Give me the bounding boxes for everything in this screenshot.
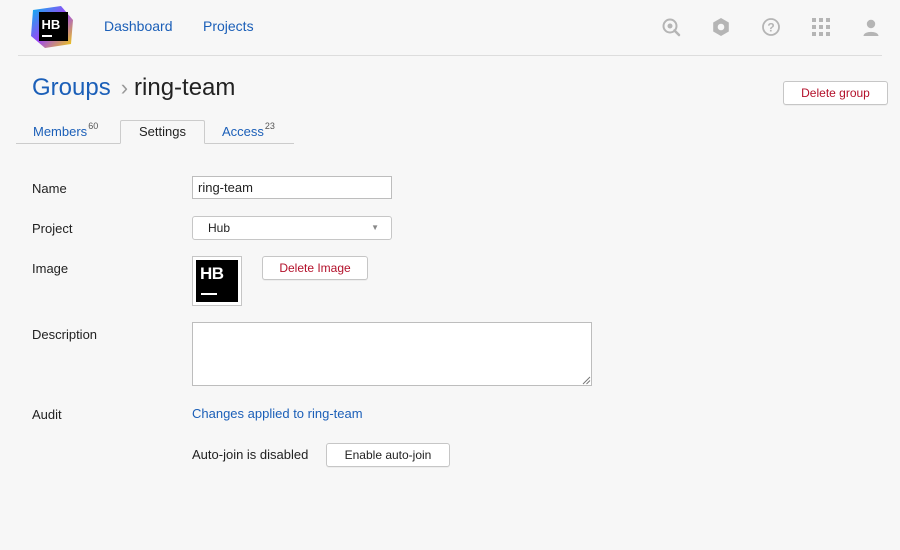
tab-access-count: 23 [264, 121, 275, 131]
tab-access-label: Access [222, 124, 264, 139]
group-image-text: HB [200, 264, 224, 283]
group-image-bar [201, 293, 217, 295]
breadcrumb: Groups › ring-team [32, 74, 235, 104]
resize-handle-icon[interactable] [582, 376, 591, 385]
hub-logo[interactable]: HB [31, 6, 73, 48]
search-icon[interactable] [660, 16, 682, 38]
svg-text:HB: HB [42, 17, 61, 32]
audit-changes-link[interactable]: Changes applied to ring-team [192, 406, 363, 421]
top-header: HB Dashboard Projects ? [0, 0, 900, 56]
delete-image-button[interactable]: Delete Image [262, 256, 368, 280]
page-title: ring-team [134, 74, 236, 101]
help-icon[interactable]: ? [760, 16, 782, 38]
project-select-value: Hub [208, 221, 231, 235]
autojoin-status: Auto-join is disabled [192, 447, 309, 462]
group-image: HB [192, 256, 242, 306]
header-divider [18, 55, 882, 56]
tab-members[interactable]: Members60 [33, 121, 99, 146]
apps-grid-icon[interactable] [810, 16, 832, 38]
image-label: Image [32, 261, 69, 276]
user-icon[interactable] [860, 16, 882, 38]
chevron-down-icon: ▼ [371, 223, 379, 232]
tab-access[interactable]: Access23 [222, 121, 275, 146]
description-textarea[interactable] [192, 322, 592, 386]
tab-members-label: Members [33, 124, 88, 139]
tab-members-count: 60 [88, 121, 99, 131]
breadcrumb-groups-link[interactable]: Groups [32, 74, 111, 102]
project-label: Project [32, 221, 73, 236]
name-field[interactable]: ring-team [192, 176, 392, 199]
breadcrumb-separator: › [120, 75, 129, 100]
nav-dashboard[interactable]: Dashboard [104, 18, 173, 34]
nav-projects[interactable]: Projects [203, 18, 254, 34]
audit-label: Audit [32, 407, 62, 422]
tab-settings[interactable]: Settings [120, 120, 205, 144]
svg-text:?: ? [767, 21, 774, 35]
delete-group-button[interactable]: Delete group [783, 81, 888, 105]
group-image-thumb: HB [196, 260, 238, 302]
name-label: Name [32, 181, 67, 196]
tab-settings-label: Settings [139, 124, 186, 139]
enable-autojoin-button[interactable]: Enable auto-join [326, 443, 450, 467]
description-label: Description [32, 327, 98, 342]
settings-icon[interactable] [710, 16, 732, 38]
project-select[interactable]: Hub ▼ [192, 216, 392, 240]
